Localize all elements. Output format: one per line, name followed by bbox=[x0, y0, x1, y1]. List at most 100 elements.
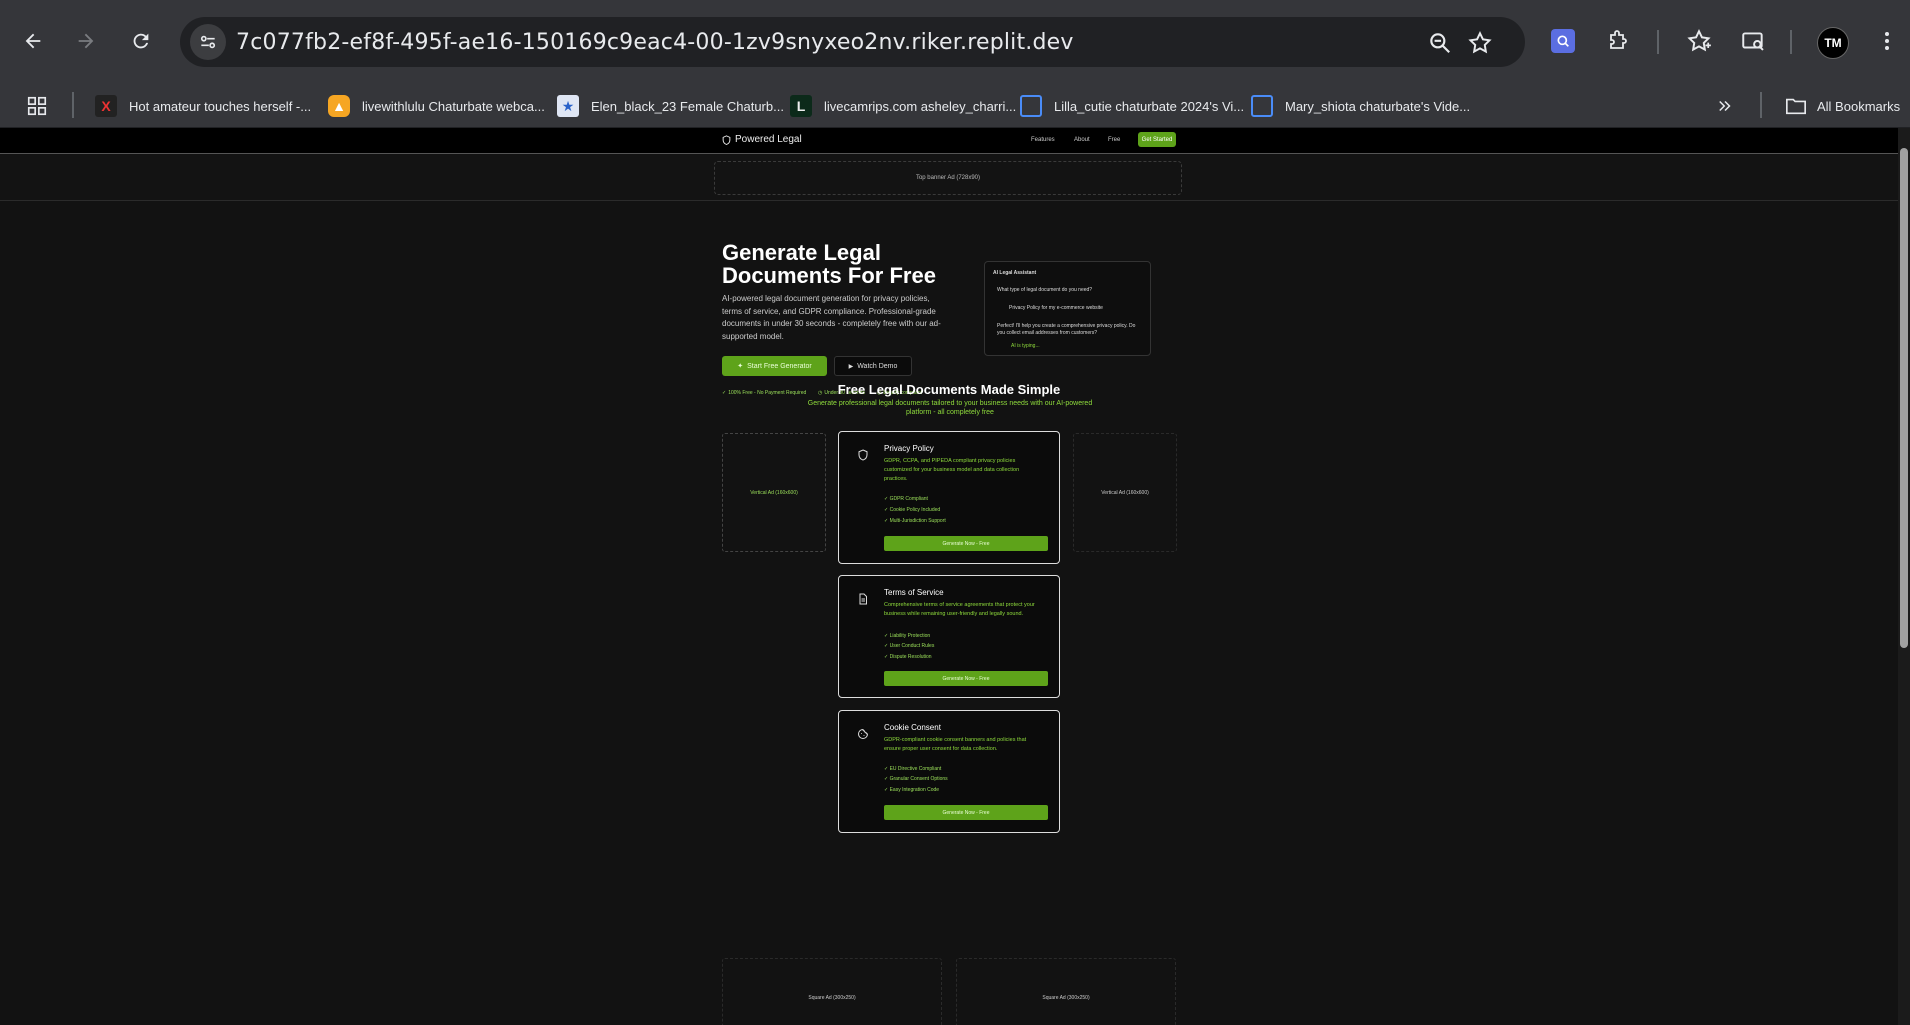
nav-about[interactable]: About bbox=[1074, 137, 1090, 143]
card-feature: ✓ EU Directive Compliant bbox=[884, 766, 942, 772]
hero-title: Generate Legal Documents For Free bbox=[722, 241, 982, 287]
sparkle-icon: ✦ bbox=[737, 363, 744, 370]
toolbar-divider bbox=[1790, 30, 1792, 54]
bookmarks-divider bbox=[1760, 92, 1762, 118]
start-generator-button[interactable]: ✦ Start Free Generator bbox=[722, 356, 827, 376]
all-bookmarks-button[interactable]: All Bookmarks bbox=[1785, 94, 1900, 118]
square-outline-icon bbox=[1251, 95, 1273, 117]
privacy-policy-card: Privacy Policy GDPR, CCPA, and PIPEDA co… bbox=[838, 431, 1060, 564]
card-feature: ✓ Dispute Resolution bbox=[884, 654, 932, 660]
start-generator-label: Start Free Generator bbox=[747, 362, 812, 370]
back-arrow-icon[interactable] bbox=[18, 26, 48, 56]
cookie-icon bbox=[858, 728, 869, 739]
bookmark-item[interactable]: Lilla_cutie chaturbate 2024's Vi... bbox=[1020, 94, 1244, 118]
card-feature-label: Easy Integration Code bbox=[889, 787, 940, 793]
typing-status: AI is typing... bbox=[1011, 343, 1040, 349]
bookmark-item[interactable]: ★ Elen_black_23 Female Chaturb... bbox=[557, 94, 784, 118]
hero-title-line: Generate Legal bbox=[722, 240, 881, 265]
brand-name: Powered Legal bbox=[735, 134, 802, 145]
assistant-title: AI Legal Assistant bbox=[993, 270, 1037, 276]
terms-of-service-card: Terms of Service Comprehensive terms of … bbox=[838, 575, 1060, 698]
card-feature-label: EU Directive Compliant bbox=[889, 766, 942, 772]
profile-avatar[interactable]: TM bbox=[1817, 27, 1849, 59]
card-title: Cookie Consent bbox=[884, 723, 941, 732]
tab-search-icon[interactable] bbox=[1738, 26, 1768, 56]
watch-demo-button[interactable]: ▶ Watch Demo bbox=[834, 356, 912, 376]
apps-grid-icon[interactable] bbox=[26, 94, 48, 118]
square-ad-left[interactable]: Square Ad (300x250) bbox=[722, 958, 942, 1025]
assistant-question: What type of legal document do you need? bbox=[997, 287, 1093, 293]
generate-cookie-consent-button[interactable]: Generate Now - Free bbox=[884, 805, 1048, 820]
menu-kebab-icon[interactable] bbox=[1872, 26, 1902, 56]
reload-icon[interactable] bbox=[126, 26, 156, 56]
vertical-ad-right[interactable]: Vertical Ad (160x600) bbox=[1073, 433, 1177, 552]
shield-icon bbox=[722, 134, 731, 145]
square-outline-icon bbox=[1020, 95, 1042, 117]
card-feature: ✓ User Conduct Rules bbox=[884, 643, 935, 649]
nav-features[interactable]: Features bbox=[1031, 137, 1055, 143]
document-icon bbox=[859, 593, 867, 605]
address-bar[interactable]: 7c077fb2-ef8f-495f-ae16-150169c9eac4-00-… bbox=[180, 17, 1525, 67]
card-feature: ✓ Granular Consent Options bbox=[884, 776, 948, 782]
card-feature: ✓ Cookie Policy Included bbox=[884, 507, 941, 513]
top-banner-ad[interactable]: Top banner Ad (728x90) bbox=[714, 161, 1182, 195]
hero-description: AI-powered legal document generation for… bbox=[722, 294, 941, 341]
card-feature-label: Granular Consent Options bbox=[889, 776, 948, 782]
bookmark-item[interactable]: Mary_shiota chaturbate's Vide... bbox=[1251, 94, 1470, 118]
bookmark-label: livecamrips.com asheley_charri... bbox=[824, 98, 1017, 114]
bookmark-item[interactable]: ▲ livewithlulu Chaturbate webca... bbox=[328, 94, 545, 118]
url-text[interactable]: 7c077fb2-ef8f-495f-ae16-150169c9eac4-00-… bbox=[236, 30, 1074, 55]
card-feature-label: GDPR Compliant bbox=[889, 496, 928, 502]
nav-free[interactable]: Free bbox=[1108, 137, 1120, 143]
section-subtitle: Generate professional legal documents ta… bbox=[807, 400, 1093, 416]
bookmark-item[interactable]: L livecamrips.com asheley_charri... bbox=[790, 94, 1016, 118]
extensions-puzzle-icon[interactable] bbox=[1603, 26, 1633, 56]
generate-privacy-policy-button[interactable]: Generate Now - Free bbox=[884, 536, 1048, 551]
assistant-answer: Perfect! I'll help you create a comprehe… bbox=[997, 323, 1136, 336]
card-description: GDPR, CCPA, and PIPEDA compliant privacy… bbox=[884, 458, 1020, 482]
card-feature-label: User Conduct Rules bbox=[889, 643, 935, 649]
vertical-ad-left[interactable]: Vertical Ad (160x600) bbox=[722, 433, 826, 552]
top-ad-band: Top banner Ad (728x90) bbox=[0, 155, 1898, 201]
bookmark-label: Lilla_cutie chaturbate 2024's Vi... bbox=[1054, 98, 1245, 114]
card-title: Terms of Service bbox=[884, 588, 944, 597]
square-ad-right[interactable]: Square Ad (300x250) bbox=[956, 958, 1176, 1025]
card-description: Comprehensive terms of service agreement… bbox=[884, 602, 1035, 617]
play-icon: ▶ bbox=[848, 363, 854, 370]
bookmark-item[interactable]: X Hot amateur touches herself -... bbox=[95, 94, 311, 118]
card-feature: ✓ GDPR Compliant bbox=[884, 496, 928, 502]
bookmark-label: livewithlulu Chaturbate webca... bbox=[362, 98, 545, 114]
watch-demo-label: Watch Demo bbox=[857, 362, 898, 370]
hero-title-line: Documents For Free bbox=[722, 263, 936, 288]
shield-icon bbox=[858, 449, 868, 461]
favorites-icon[interactable] bbox=[1684, 26, 1714, 56]
all-bookmarks-label: All Bookmarks bbox=[1817, 98, 1901, 114]
user-reply: Privacy Policy for my e-commerce website bbox=[1009, 305, 1103, 311]
generate-terms-button[interactable]: Generate Now - Free bbox=[884, 671, 1048, 686]
bookmark-star-icon[interactable] bbox=[1467, 30, 1493, 56]
section-title: Free Legal Documents Made Simple bbox=[837, 382, 1061, 397]
page-scrollbar[interactable] bbox=[1898, 128, 1910, 1025]
extension-search-icon[interactable] bbox=[1548, 26, 1578, 56]
scrollbar-thumb[interactable] bbox=[1900, 148, 1908, 648]
site-info-icon[interactable] bbox=[190, 24, 226, 60]
card-feature-label: Dispute Resolution bbox=[889, 654, 932, 660]
card-feature: ✓ Easy Integration Code bbox=[884, 787, 940, 793]
card-feature-label: Liability Protection bbox=[889, 633, 931, 639]
bookmark-label: Hot amateur touches herself -... bbox=[129, 98, 312, 114]
cookie-consent-card: Cookie Consent GDPR-compliant cookie con… bbox=[838, 710, 1060, 833]
ai-assistant-card: AI Legal Assistant What type of legal do… bbox=[984, 261, 1151, 356]
card-description: GDPR-compliant cookie consent banners an… bbox=[884, 737, 1027, 752]
zoom-icon[interactable] bbox=[1427, 30, 1453, 56]
brand[interactable]: Powered Legal bbox=[722, 134, 802, 145]
x-icon: X bbox=[95, 95, 117, 117]
bookmarks-divider bbox=[72, 92, 74, 118]
more-bookmarks-chevron-icon[interactable] bbox=[1716, 94, 1734, 118]
star-badge-icon: ★ bbox=[557, 95, 579, 117]
card-title: Privacy Policy bbox=[884, 444, 934, 453]
get-started-button[interactable]: Get Started bbox=[1138, 132, 1176, 147]
site-header: Powered Legal Features About Free Get St… bbox=[0, 128, 1898, 154]
forward-arrow-icon[interactable] bbox=[71, 26, 101, 56]
page-viewport: Powered Legal Features About Free Get St… bbox=[0, 128, 1898, 1025]
card-feature: ✓ Multi-Jurisdiction Support bbox=[884, 518, 946, 524]
